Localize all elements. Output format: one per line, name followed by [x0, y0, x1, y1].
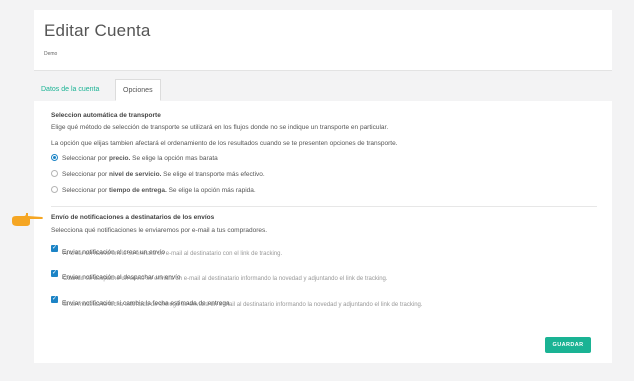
pointing-hand-icon [12, 213, 43, 226]
section-divider [51, 206, 597, 207]
notification-on-date-change-description: Si se modifica la fecha estimada de entr… [63, 302, 423, 308]
transport-ordering-note: La opción que elijas tambien afectará el… [51, 140, 398, 147]
notification-on-dispatch[interactable]: ✓Enviar notificación al despachar un env… [51, 266, 388, 284]
page-header: Editar Cuenta Demo [34, 10, 612, 71]
radio-empty-icon[interactable] [51, 185, 58, 193]
notification-on-date-change[interactable]: ✓Enviar notificación si cambia la fecha … [51, 292, 423, 310]
transport-description: Elige qué método de selección de transpo… [51, 124, 389, 131]
checkbox-checked-icon[interactable]: ✓ [51, 270, 58, 278]
radio-option-delivery-time[interactable]: Seleccionar por tiempo de entrega. Se el… [51, 185, 256, 196]
radio-option-service-level[interactable]: Seleccionar por nivel de servicio. Se el… [51, 169, 265, 180]
radio-selected-icon[interactable] [51, 153, 58, 161]
tab-bar: Datos de la cuenta Opciones [34, 79, 612, 102]
checkbox-checked-icon[interactable]: ✓ [51, 296, 58, 304]
radio-option-price[interactable]: Seleccionar por precio. Se elige la opci… [51, 153, 218, 164]
save-button[interactable]: GUARDAR [545, 337, 591, 353]
checkbox-checked-icon[interactable]: ✓ [51, 245, 58, 253]
tab-options[interactable]: Opciones [115, 79, 161, 101]
page-subtitle: Demo [44, 51, 58, 57]
notification-on-create-description: Al crear un nuevo envío se enviará un e-… [63, 251, 283, 257]
notifications-description: Selecciona qué notificaciones le enviare… [51, 227, 268, 234]
page-title: Editar Cuenta [44, 21, 151, 40]
transport-section-title: Seleccion automática de transporte [51, 112, 161, 119]
notifications-section-title: Envío de notificaciones a destinatarios … [51, 214, 215, 221]
tab-account-data[interactable]: Datos de la cuenta [34, 79, 106, 100]
options-panel: Seleccion automática de transporte Elige… [34, 101, 612, 363]
notification-on-create[interactable]: ✓Enviar notificación al crear un envío A… [51, 241, 282, 259]
radio-empty-icon[interactable] [51, 169, 58, 177]
notification-on-dispatch-description: Cuando se despache un envío se enviará u… [63, 276, 388, 282]
